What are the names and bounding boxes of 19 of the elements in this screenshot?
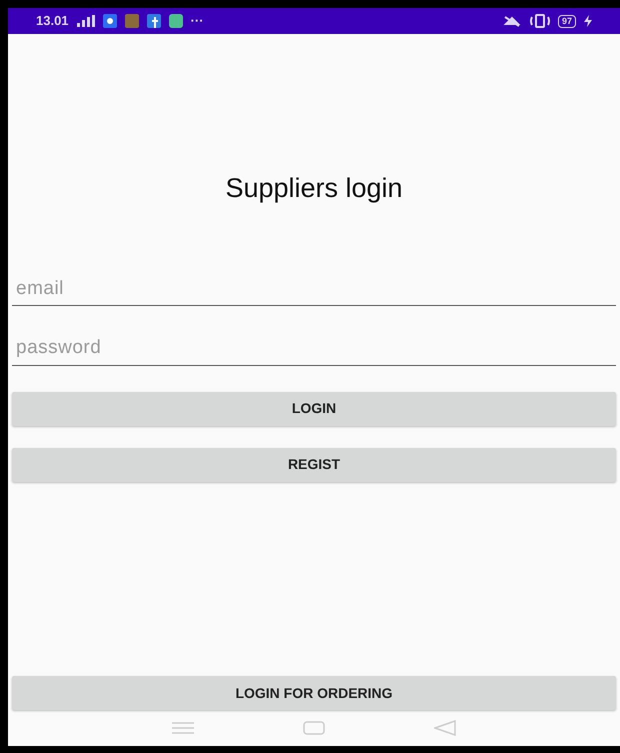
login-button[interactable]: LOGIN: [12, 392, 616, 426]
battery-level: 97: [558, 14, 576, 28]
password-field[interactable]: password: [12, 330, 616, 366]
app-icon: [102, 14, 117, 28]
menu-icon[interactable]: [172, 722, 194, 734]
login-for-ordering-button[interactable]: LOGIN FOR ORDERING: [12, 676, 616, 710]
charging-icon: [584, 15, 592, 27]
email-field[interactable]: email: [12, 270, 616, 306]
screen-title: Suppliers login: [224, 172, 404, 205]
register-button[interactable]: REGIST: [12, 448, 616, 482]
app-icon: [146, 14, 161, 28]
home-icon[interactable]: [302, 721, 325, 735]
app-icon: [124, 14, 139, 28]
back-icon[interactable]: [434, 720, 456, 736]
clock-text: 13.01: [36, 12, 69, 30]
more-text: ···: [190, 12, 204, 30]
vibrate-icon: [530, 14, 550, 28]
signal-icon: [76, 15, 95, 27]
app-icon: [168, 14, 183, 28]
